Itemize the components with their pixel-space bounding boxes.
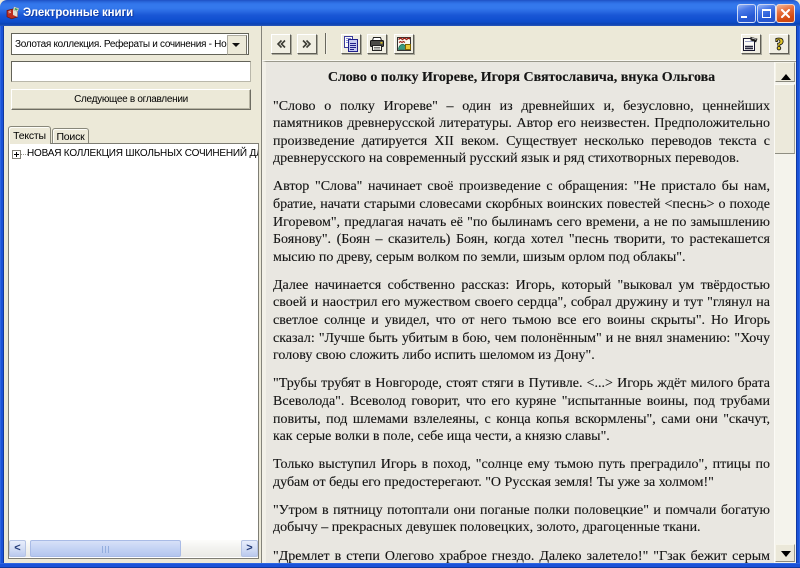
svg-text:?: ? (775, 35, 784, 53)
